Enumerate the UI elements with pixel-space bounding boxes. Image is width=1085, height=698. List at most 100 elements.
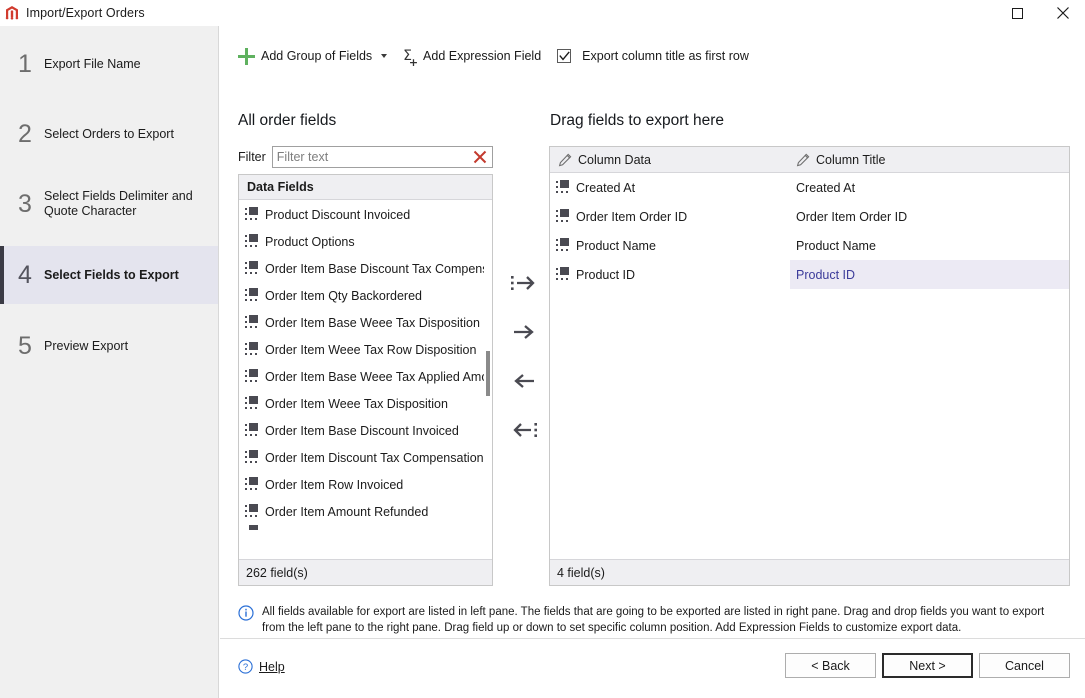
- drag-handle-icon[interactable]: [555, 267, 571, 282]
- list-item[interactable]: Order Item Qty Backordered: [239, 282, 492, 309]
- sidebar-step-5[interactable]: 5 Preview Export: [0, 320, 218, 372]
- list-item[interactable]: Product Discount Invoiced: [239, 201, 492, 228]
- drag-handle-icon[interactable]: [244, 504, 260, 519]
- move-left-button[interactable]: [507, 364, 541, 398]
- row-column-title[interactable]: Product Name: [790, 231, 1069, 260]
- list-item[interactable]: Order Item Discount Tax Compensation Ref…: [239, 444, 492, 471]
- list-item-label: Product Options: [265, 234, 355, 249]
- maximize-button[interactable]: [995, 0, 1040, 26]
- add-group-of-fields-button[interactable]: Add Group of Fields: [238, 47, 388, 65]
- sigma-plus-icon: Σ +: [403, 48, 419, 69]
- list-item-label: Order Item Base Weee Tax Disposition: [265, 315, 480, 330]
- drag-handle-icon[interactable]: [244, 423, 260, 438]
- sidebar-step-4[interactable]: 4 Select Fields to Export: [0, 246, 218, 304]
- row-column-title-selected[interactable]: Product ID: [790, 260, 1069, 289]
- table-row[interactable]: Product ID Product ID: [550, 260, 1069, 289]
- move-right-button[interactable]: [507, 315, 541, 349]
- list-item[interactable]: Order Item Base Discount Invoiced: [239, 417, 492, 444]
- list-item[interactable]: Order Item Base Weee Tax Applied Amount: [239, 363, 492, 390]
- list-item-label: Order Item Amount Refunded: [265, 504, 429, 519]
- checkbox-box[interactable]: [557, 49, 572, 63]
- wizard-sidebar: 1 Export File Name 2 Select Orders to Ex…: [0, 26, 219, 698]
- drag-handle-icon[interactable]: [244, 450, 260, 465]
- drag-handle-icon: [244, 525, 260, 533]
- filter-label: Filter: [238, 150, 266, 164]
- column-data-header[interactable]: Column Data: [550, 153, 790, 167]
- export-fields-header: Column Data Column Title: [550, 147, 1069, 173]
- export-column-title-checkbox[interactable]: Export column title as first row: [557, 49, 749, 63]
- drag-handle-icon[interactable]: [244, 207, 260, 222]
- row-column-title[interactable]: Created At: [790, 173, 1069, 202]
- list-item-label: Product Discount Invoiced: [265, 207, 411, 222]
- sidebar-step-label: Export File Name: [44, 56, 141, 71]
- help-link[interactable]: ? Help: [238, 659, 285, 674]
- list-item[interactable]: Product Options: [239, 228, 492, 255]
- sidebar-step-1[interactable]: 1 Export File Name: [0, 38, 218, 90]
- drag-handle-icon[interactable]: [244, 315, 260, 330]
- fields-toolbar: Add Group of Fields Σ + Add Expression Fi…: [238, 44, 749, 68]
- drag-handle-icon[interactable]: [555, 180, 571, 195]
- row-column-data-label: Product Name: [576, 238, 656, 253]
- cancel-button[interactable]: Cancel: [979, 653, 1070, 678]
- drag-handle-icon[interactable]: [244, 477, 260, 492]
- list-item-label: Order Item Base Weee Tax Applied Amount: [265, 369, 492, 384]
- list-item[interactable]: Order Item Row Invoiced: [239, 471, 492, 498]
- column-title-header[interactable]: Column Title: [790, 153, 1069, 167]
- list-item-label: Order Item Base Discount Tax Compensatio…: [265, 261, 492, 276]
- left-list-status: 262 field(s): [239, 559, 492, 585]
- move-all-left-button[interactable]: [507, 413, 541, 447]
- table-row[interactable]: Order Item Order ID Order Item Order ID: [550, 202, 1069, 231]
- drag-handle-icon[interactable]: [244, 396, 260, 411]
- row-column-data[interactable]: Product Name: [550, 238, 790, 253]
- step-number: 5: [18, 331, 32, 360]
- drag-handle-icon[interactable]: [244, 342, 260, 357]
- drag-handle-icon[interactable]: [244, 369, 260, 384]
- add-expression-field-button[interactable]: Σ + Add Expression Field: [403, 48, 541, 69]
- left-pane-title: All order fields: [238, 112, 337, 129]
- row-column-title[interactable]: Order Item Order ID: [790, 202, 1069, 231]
- column-data-header-label: Column Data: [578, 152, 651, 167]
- row-column-data[interactable]: Product ID: [550, 267, 790, 282]
- info-panel: All fields available for export are list…: [238, 604, 1070, 636]
- table-row[interactable]: Product Name Product Name: [550, 231, 1069, 260]
- left-list-scrollbar[interactable]: [484, 201, 492, 559]
- scrollbar-thumb[interactable]: [486, 351, 490, 396]
- drag-handle-icon[interactable]: [244, 234, 260, 249]
- drag-handle-icon[interactable]: [555, 238, 571, 253]
- clear-filter-icon[interactable]: [472, 149, 488, 165]
- list-item[interactable]: Order Item Base Weee Tax Disposition: [239, 309, 492, 336]
- export-fields-list[interactable]: Column Data Column Title Created At Crea…: [549, 146, 1070, 586]
- next-button[interactable]: Next >: [882, 653, 973, 678]
- filter-box[interactable]: [271, 146, 493, 168]
- step-number: 1: [18, 49, 32, 78]
- sidebar-step-label: Preview Export: [44, 338, 129, 353]
- row-column-data[interactable]: Created At: [550, 180, 790, 195]
- drag-handle-icon[interactable]: [555, 209, 571, 224]
- row-column-data[interactable]: Order Item Order ID: [550, 209, 790, 224]
- window-title: Import/Export Orders: [26, 6, 145, 20]
- list-item-label: Order Item Weee Tax Disposition: [265, 396, 448, 411]
- list-item[interactable]: Order Item Amount Refunded: [239, 498, 492, 525]
- right-list-status: 4 field(s): [550, 559, 1069, 585]
- list-item[interactable]: Order Item Weee Tax Row Disposition: [239, 336, 492, 363]
- move-all-right-button[interactable]: [507, 266, 541, 300]
- list-item[interactable]: Order Item Base Discount Tax Compensatio…: [239, 255, 492, 282]
- filter-input[interactable]: [272, 147, 492, 167]
- back-button[interactable]: < Back: [785, 653, 876, 678]
- step-number: 2: [18, 119, 32, 148]
- sidebar-step-label: Select Fields Delimiter and Quote Charac…: [44, 189, 193, 218]
- sidebar-step-label: Select Fields to Export: [44, 267, 179, 282]
- drag-handle-icon[interactable]: [244, 261, 260, 276]
- list-item-partial[interactable]: [239, 525, 492, 533]
- drag-handle-icon[interactable]: [244, 288, 260, 303]
- sidebar-step-2[interactable]: 2 Select Orders to Export: [0, 108, 218, 160]
- title-bar: Import/Export Orders: [0, 0, 1085, 26]
- all-order-fields-list[interactable]: Data Fields Product Discount Invoiced Pr…: [238, 174, 493, 586]
- list-item[interactable]: Order Item Weee Tax Disposition: [239, 390, 492, 417]
- all-order-fields-list-body[interactable]: Product Discount Invoiced Product Option…: [239, 201, 492, 559]
- help-label: Help: [259, 659, 285, 674]
- table-row[interactable]: Created At Created At: [550, 173, 1069, 202]
- sidebar-step-3[interactable]: 3 Select Fields Delimiter and Quote Char…: [0, 178, 218, 230]
- close-button[interactable]: [1040, 0, 1085, 26]
- chevron-down-icon[interactable]: [381, 54, 388, 58]
